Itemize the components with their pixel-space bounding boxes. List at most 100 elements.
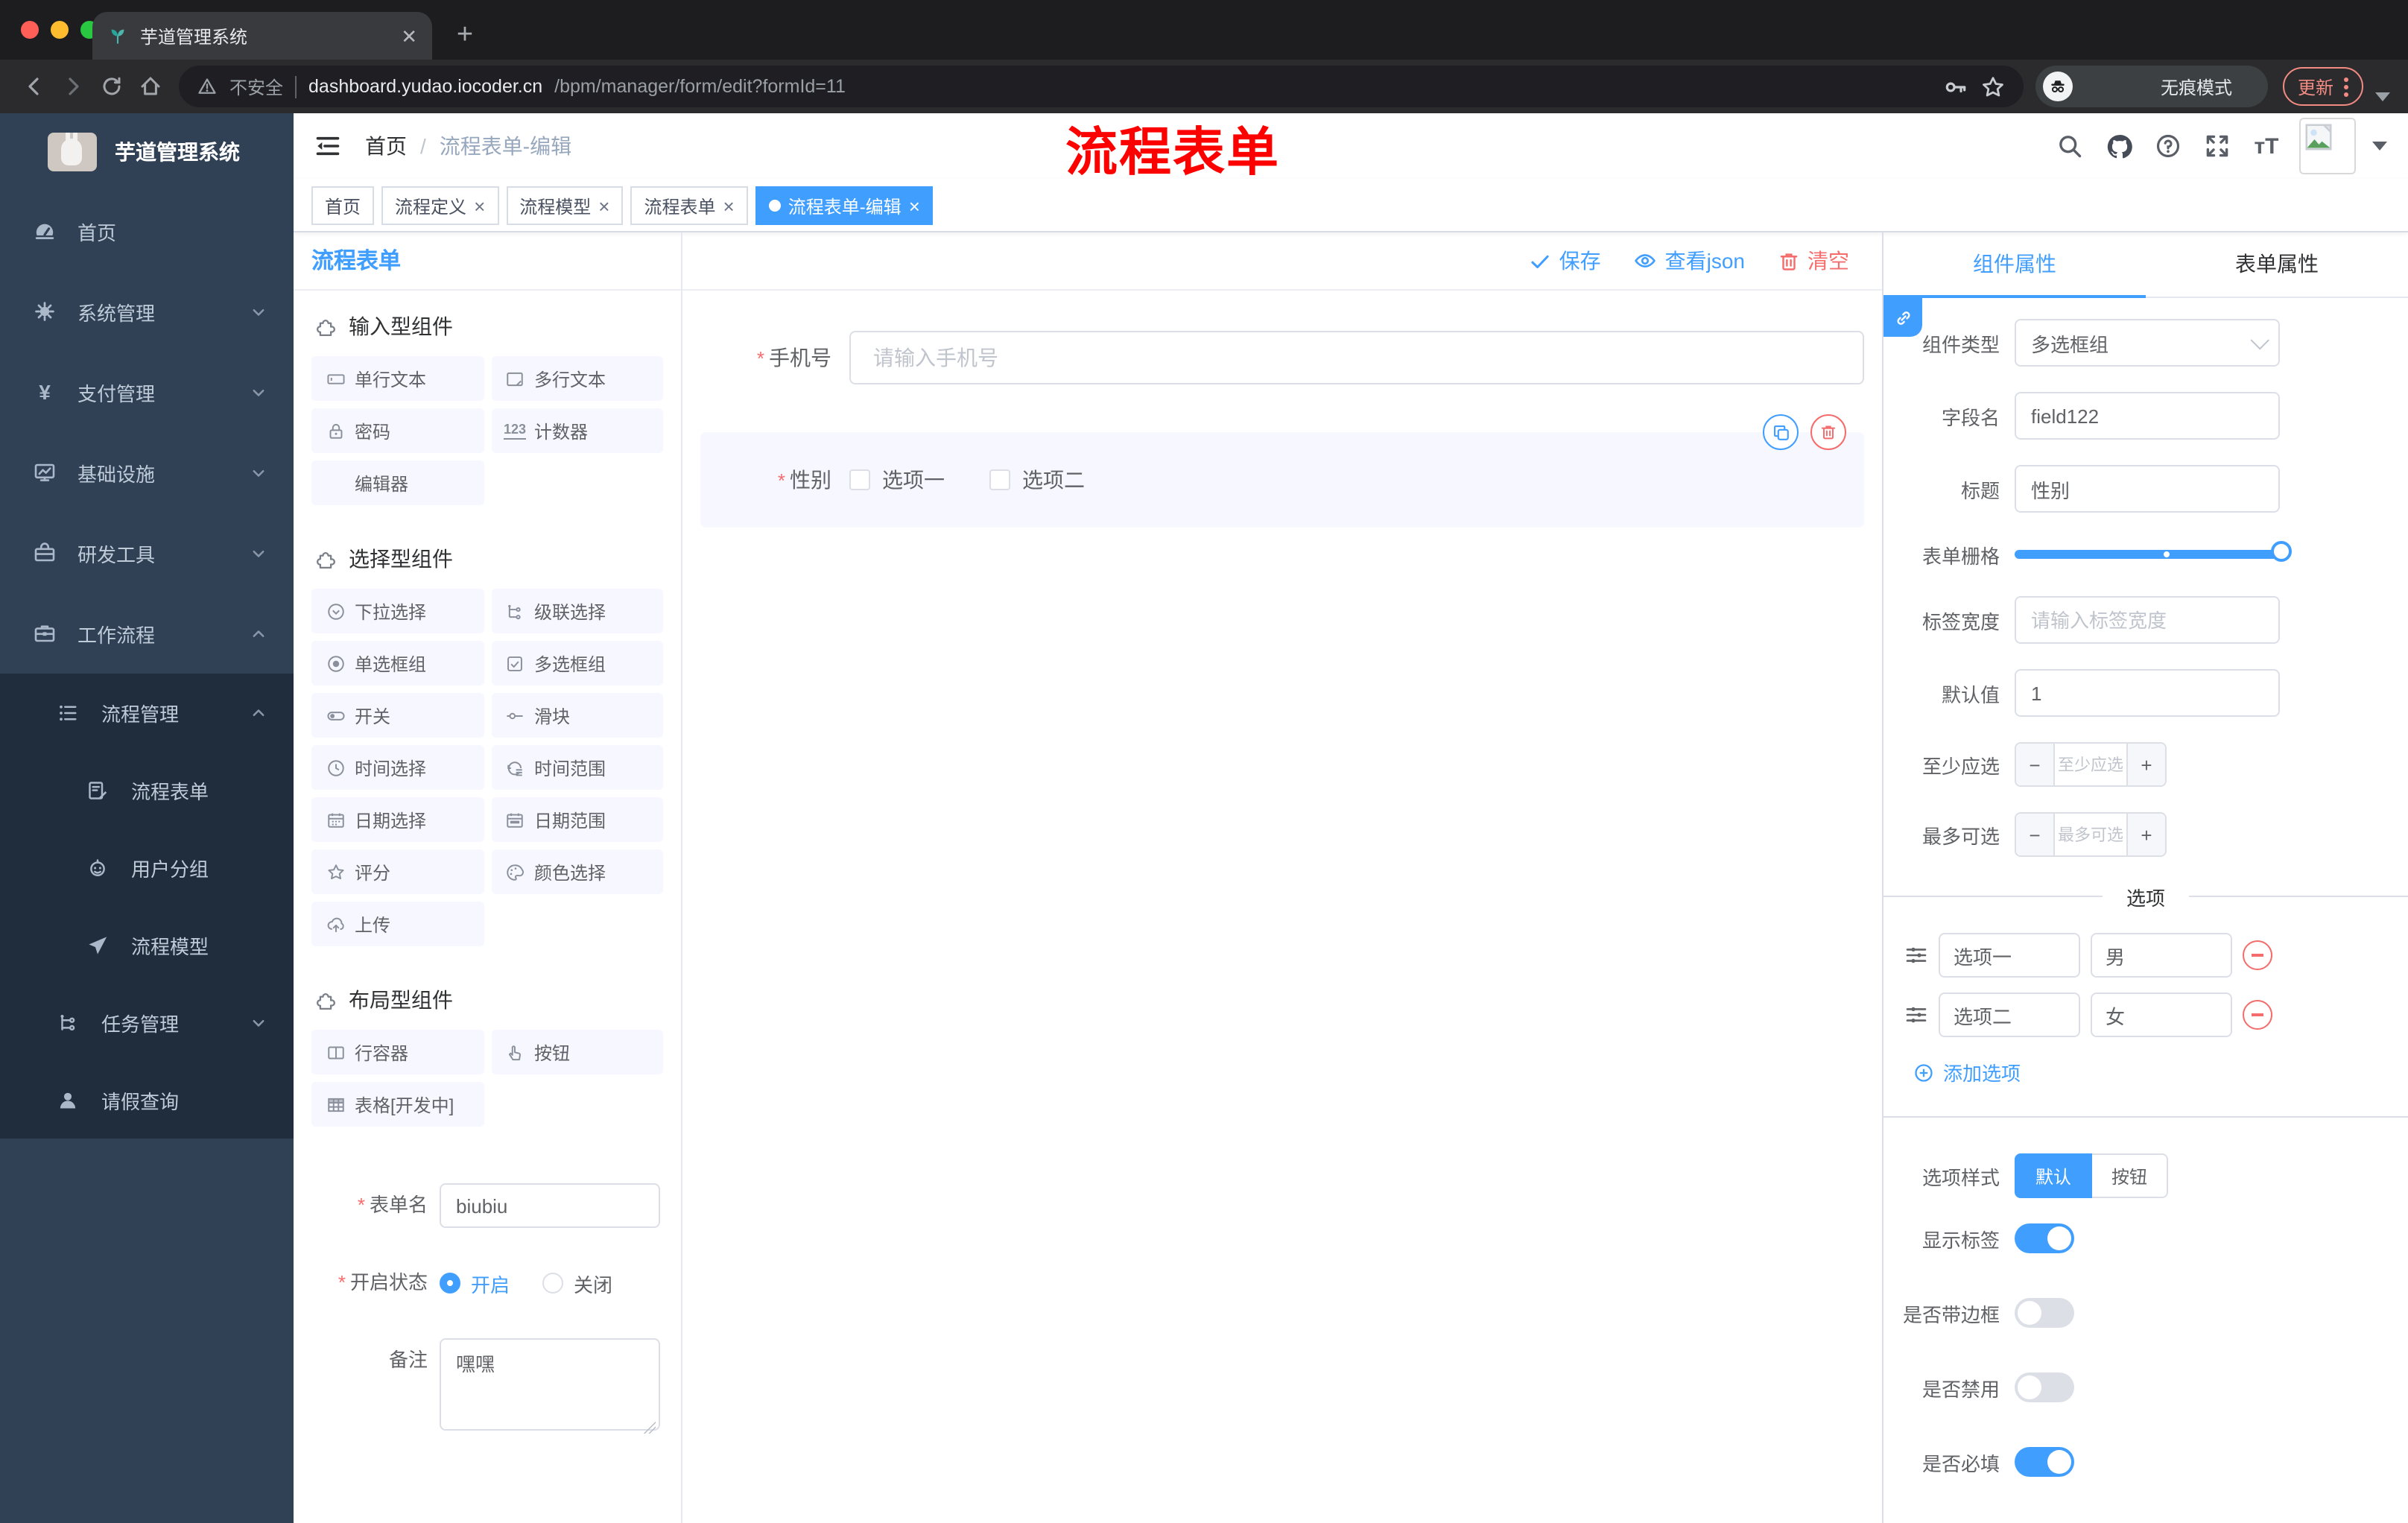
avatar-caret-icon[interactable] (2372, 142, 2387, 151)
tag-close-icon[interactable]: × (909, 196, 920, 215)
sidebar-item-infrastructure[interactable]: 基础设施 (0, 432, 294, 513)
help-icon[interactable] (2152, 130, 2184, 162)
sidebar-item-home[interactable]: 首页 (0, 191, 294, 271)
tab-close-icon[interactable]: ✕ (401, 26, 417, 45)
component-date-picker[interactable]: 日期选择 (311, 797, 484, 842)
component-table[interactable]: 表格[开发中] (311, 1082, 484, 1127)
tab-form-props[interactable]: 表单属性 (2146, 232, 2408, 297)
clear-button[interactable]: 清空 (1778, 246, 1849, 276)
grid-slider[interactable] (2015, 541, 2292, 562)
github-icon[interactable] (2103, 130, 2135, 162)
collapse-menu-icon[interactable] (302, 121, 353, 171)
disabled-toggle[interactable] (2015, 1372, 2074, 1402)
tag-close-icon[interactable]: × (474, 196, 485, 215)
status-radio-on[interactable]: 开启 (440, 1269, 510, 1297)
fullscreen-icon[interactable] (2201, 130, 2234, 162)
back-icon[interactable] (15, 67, 54, 106)
password-key-icon[interactable] (1943, 74, 1968, 99)
form-canvas[interactable]: *手机号 *性别 (682, 291, 1882, 1523)
component-date-range[interactable]: 日期范围 (491, 797, 663, 842)
component-cascader[interactable]: 级联选择 (491, 589, 663, 633)
save-button[interactable]: 保存 (1530, 246, 1601, 276)
component-switch[interactable]: 开关 (311, 693, 484, 738)
remove-option-button[interactable] (2243, 940, 2272, 970)
chrome-caret-icon[interactable] (2375, 92, 2390, 101)
forward-icon[interactable] (54, 67, 92, 106)
sidebar-item-user-group[interactable]: 用户分组 (0, 829, 294, 906)
component-counter[interactable]: 123 计数器 (491, 408, 663, 453)
bookmark-star-icon[interactable] (1980, 74, 2006, 99)
show-label-toggle[interactable] (2015, 1223, 2074, 1253)
component-color-picker[interactable]: 颜色选择 (491, 849, 663, 894)
avatar[interactable] (2299, 118, 2356, 174)
component-time-picker[interactable]: 时间选择 (311, 745, 484, 790)
sidebar-item-process-management[interactable]: 流程管理 (0, 674, 294, 751)
form-name-input[interactable] (440, 1183, 660, 1228)
component-checkbox-group[interactable]: 多选框组 (491, 641, 663, 685)
component-multi-line-text[interactable]: 多行文本 (491, 356, 663, 401)
phone-input[interactable] (849, 331, 1864, 384)
update-button[interactable]: 更新 (2282, 67, 2363, 106)
checkbox-icon[interactable] (849, 469, 870, 490)
option-label-input[interactable] (1939, 992, 2080, 1037)
component-upload[interactable]: 上传 (311, 902, 484, 946)
home-icon[interactable] (131, 67, 170, 106)
new-tab-button[interactable]: + (444, 15, 486, 57)
component-row-container[interactable]: 行容器 (311, 1030, 484, 1074)
minus-button[interactable]: − (2016, 814, 2053, 855)
delete-component-button[interactable] (1810, 414, 1846, 450)
gender-option-2[interactable]: 选项二 (989, 465, 1085, 495)
add-option-button[interactable]: 添加选项 (1913, 1058, 2408, 1086)
sidebar-item-process-model[interactable]: 流程模型 (0, 906, 294, 984)
title-input[interactable] (2015, 465, 2280, 513)
plus-button[interactable]: + (2128, 744, 2165, 785)
slider-handle[interactable] (2271, 541, 2292, 562)
security-label[interactable]: 不安全 (229, 74, 283, 99)
remove-option-button[interactable] (2243, 1000, 2272, 1030)
breadcrumb-home[interactable]: 首页 (365, 131, 407, 161)
close-window-button[interactable] (21, 21, 39, 39)
sidebar-item-payment-management[interactable]: ¥ 支付管理 (0, 352, 294, 432)
option-value-input[interactable] (2091, 933, 2232, 978)
tag-home[interactable]: 首页 (311, 186, 375, 225)
sidebar-item-dev-tools[interactable]: 研发工具 (0, 513, 294, 593)
tag-close-icon[interactable]: × (598, 196, 609, 215)
component-slider[interactable]: 滑块 (491, 693, 663, 738)
field-name-input[interactable] (2015, 392, 2280, 440)
reload-icon[interactable] (92, 67, 131, 106)
option-value-input[interactable] (2091, 992, 2232, 1037)
stepper-placeholder[interactable]: 最多可选 (2053, 814, 2128, 855)
component-type-select[interactable]: 多选框组 (2015, 319, 2280, 367)
component-button[interactable]: 按钮 (491, 1030, 663, 1074)
style-button-button[interactable]: 按钮 (2092, 1153, 2169, 1198)
required-toggle[interactable] (2015, 1447, 2074, 1477)
address-bar[interactable]: 不安全 dashboard.yudao.iocoder.cn/bpm/manag… (179, 66, 2024, 107)
field-phone[interactable]: * 手机号 (682, 331, 1882, 384)
option-label-input[interactable] (1939, 933, 2080, 978)
stepper-placeholder[interactable]: 至少应选 (2053, 744, 2128, 785)
minimize-window-button[interactable] (51, 21, 69, 39)
tab-component-props[interactable]: 组件属性 (1883, 232, 2146, 298)
status-radio-off[interactable]: 关闭 (542, 1269, 612, 1297)
tag-process-model[interactable]: 流程模型 × (506, 186, 624, 225)
sidebar-item-task-management[interactable]: 任务管理 (0, 984, 294, 1061)
default-value-input[interactable] (2015, 669, 2280, 717)
browser-tab[interactable]: 芋道管理系统 ✕ (92, 12, 432, 60)
minus-button[interactable]: − (2016, 744, 2053, 785)
label-width-input[interactable] (2015, 596, 2280, 644)
view-json-button[interactable]: 查看json (1634, 246, 1745, 276)
sidebar-logo[interactable]: 芋道管理系统 (0, 113, 294, 191)
sidebar-item-workflow[interactable]: 工作流程 (0, 593, 294, 674)
link-anchor-button[interactable] (1883, 298, 1922, 337)
sidebar-item-process-form[interactable]: 流程表单 (0, 751, 294, 829)
component-radio-group[interactable]: 单选框组 (311, 641, 484, 685)
browser-menu-icon[interactable] (2344, 77, 2348, 96)
component-editor[interactable]: 编辑器 (311, 460, 484, 505)
border-toggle[interactable] (2015, 1298, 2074, 1328)
component-rate[interactable]: 评分 (311, 849, 484, 894)
gender-option-1[interactable]: 选项一 (849, 465, 945, 495)
tag-process-definition[interactable]: 流程定义 × (381, 186, 499, 225)
search-icon[interactable] (2053, 130, 2086, 162)
sidebar-item-leave-query[interactable]: 请假查询 (0, 1061, 294, 1139)
form-remark-textarea[interactable]: 嘿嘿 (440, 1338, 660, 1431)
